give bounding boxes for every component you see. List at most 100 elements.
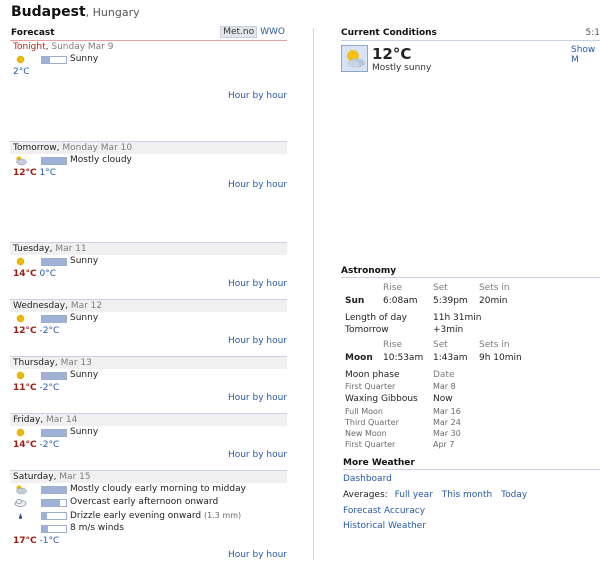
day-name: Tomorrow xyxy=(13,143,57,153)
high-temp: 14°C xyxy=(13,269,37,279)
high-temp: 12°C xyxy=(13,326,37,336)
day-date: Monday Mar 10 xyxy=(62,143,133,153)
upcoming-date: Apr 7 xyxy=(433,440,455,449)
hour-by-hour-link[interactable]: Hour by hour xyxy=(228,393,287,403)
day-name: Tonight xyxy=(13,42,46,52)
condition-text: Overcast early afternoon onward xyxy=(70,496,218,509)
forecast-line: Sunny xyxy=(10,369,287,382)
forecast-line: 8 m/s winds xyxy=(10,522,287,535)
full-year-link[interactable]: Full year xyxy=(395,490,433,500)
hour-by-hour-link[interactable]: Hour by hour xyxy=(228,279,287,289)
high-temp: 11°C xyxy=(13,383,37,393)
hour-by-hour-link[interactable]: Hour by hour xyxy=(228,336,287,346)
source-wwo[interactable]: WWO xyxy=(260,27,285,37)
source-metno[interactable]: Met.no xyxy=(220,26,258,38)
hour-by-hour-link[interactable]: Hour by hour xyxy=(228,91,287,101)
temperature-row: 2°C xyxy=(10,66,287,79)
current-temp: 12°C xyxy=(372,45,412,63)
condition-desc: Sunny xyxy=(70,370,99,380)
day-date: Mar 11 xyxy=(55,244,87,254)
page-title: Budapest, Hungary xyxy=(11,4,140,20)
intensity-bar xyxy=(41,429,67,437)
intensity-bar xyxy=(41,315,67,323)
condition-desc: 8 m/s winds xyxy=(70,523,124,533)
forecast-line: Mostly cloudy early morning to midday xyxy=(10,483,287,496)
sun-rise: 6:08am xyxy=(383,296,418,306)
forecast-panel: Forecast Met.no WWO Tonight, Sunday Mar 9… xyxy=(10,26,287,571)
forecast-line: Overcast early afternoon onward xyxy=(10,496,287,509)
forecast-label: Forecast xyxy=(11,28,55,38)
astronomy-table: Rise Set Sets in Sun 6:08am 5:39pm 20min… xyxy=(341,278,600,463)
forecast-line: Sunny xyxy=(10,255,287,268)
condition-text: 8 m/s winds xyxy=(70,522,124,535)
phase-now: Waxing Gibbous xyxy=(345,394,418,404)
forecast-accuracy-link[interactable]: Forecast Accuracy xyxy=(343,506,425,516)
high-temp: 14°C xyxy=(13,440,37,450)
hour-by-hour-link[interactable]: Hour by hour xyxy=(228,550,287,560)
sun-sets-in-header: Sets in xyxy=(479,283,510,293)
hour-by-hour-link[interactable]: Hour by hour xyxy=(228,180,287,190)
more-weather-section: More Weather Dashboard Averages: Full ye… xyxy=(343,458,600,531)
current-time: 5:1 xyxy=(585,28,600,38)
partly-cloudy-icon xyxy=(14,484,27,495)
intensity-bar xyxy=(41,258,67,266)
low-temp: -1°C xyxy=(39,536,60,546)
upcoming-date: Mar 30 xyxy=(433,429,461,438)
sun-icon xyxy=(14,256,27,267)
high-temp: 17°C xyxy=(13,536,37,546)
upcoming-date: Mar 24 xyxy=(433,418,461,427)
this-month-link[interactable]: This month xyxy=(442,490,492,500)
day-header: Tuesday, Mar 11 xyxy=(10,243,287,255)
condition-desc: Sunny xyxy=(70,256,99,266)
length-label: Length of day xyxy=(345,313,407,323)
averages-label: Averages: xyxy=(343,490,388,500)
intensity-bar xyxy=(41,512,67,520)
dashboard-link[interactable]: Dashboard xyxy=(343,474,392,484)
sun-icon xyxy=(14,370,27,381)
city-name: Budapest xyxy=(11,4,86,20)
upcoming-phase: First Quarter xyxy=(345,440,396,449)
side-panel: Current Conditions 5:1 12°C Mostly sunny… xyxy=(341,28,600,531)
day-date: Mar 15 xyxy=(59,472,91,482)
forecast-days: Tonight, Sunday Mar 9 Sunny 2°C Hour by hou… xyxy=(10,41,287,571)
day-date: Mar 14 xyxy=(46,415,78,425)
intensity-bar xyxy=(41,157,67,165)
moon-sets-in-header: Sets in xyxy=(479,340,510,350)
day-header: Friday, Mar 14 xyxy=(10,414,287,426)
low-temp: -2°C xyxy=(39,440,60,450)
condition-desc: Sunny xyxy=(70,313,99,323)
low-temp: 0°C xyxy=(39,269,57,279)
day-date: Sunday Mar 9 xyxy=(51,42,114,52)
forecast-day: Tuesday, Mar 11 Sunny 14°C 0°C Hour by hour xyxy=(10,242,287,299)
moon-rise-header: Rise xyxy=(383,340,402,350)
low-temp: -2°C xyxy=(39,383,60,393)
forecast-line: Drizzle early evening onward (1.3 mm) xyxy=(10,509,287,522)
forecast-line: Sunny xyxy=(10,426,287,439)
upcoming-phase: Third Quarter xyxy=(345,418,399,427)
condition-text: Sunny xyxy=(70,312,98,325)
historical-weather-link[interactable]: Historical Weather xyxy=(343,521,426,531)
phase-prev: First Quarter xyxy=(345,382,396,391)
phase-prev-date: Mar 8 xyxy=(433,382,456,391)
today-link[interactable]: Today xyxy=(501,490,527,500)
forecast-day: Wednesday, Mar 12 Sunny 12°C -2°C Hour by h… xyxy=(10,299,287,356)
condition-text: Drizzle early evening onward (1.3 mm) xyxy=(70,509,241,523)
column-divider xyxy=(313,28,314,560)
hour-by-hour-link[interactable]: Hour by hour xyxy=(228,450,287,460)
upcoming-date: Mar 16 xyxy=(433,407,461,416)
high-temp: 12°C xyxy=(13,168,37,178)
more-weather-title: More Weather xyxy=(343,458,415,468)
condition-desc: Overcast early afternoon onward xyxy=(70,497,219,507)
upcoming-phase: New Moon xyxy=(345,429,387,438)
upcoming-phase: Full Moon xyxy=(345,407,383,416)
condition-desc: Mostly cloudy xyxy=(70,155,132,165)
condition-text: Mostly cloudy early morning to midday xyxy=(70,483,246,496)
moon-label: Moon xyxy=(345,353,373,363)
country-name: , Hungary xyxy=(85,6,140,19)
partly-cloudy-icon xyxy=(14,155,27,166)
forecast-line: Mostly cloudy xyxy=(10,154,287,167)
show-more-link[interactable]: Show M xyxy=(571,45,600,65)
day-name: Saturday xyxy=(13,472,54,482)
day-name: Thursday xyxy=(13,358,55,368)
astronomy-section: Astronomy Rise Set Sets in Sun 6:08am 5:… xyxy=(341,266,600,463)
